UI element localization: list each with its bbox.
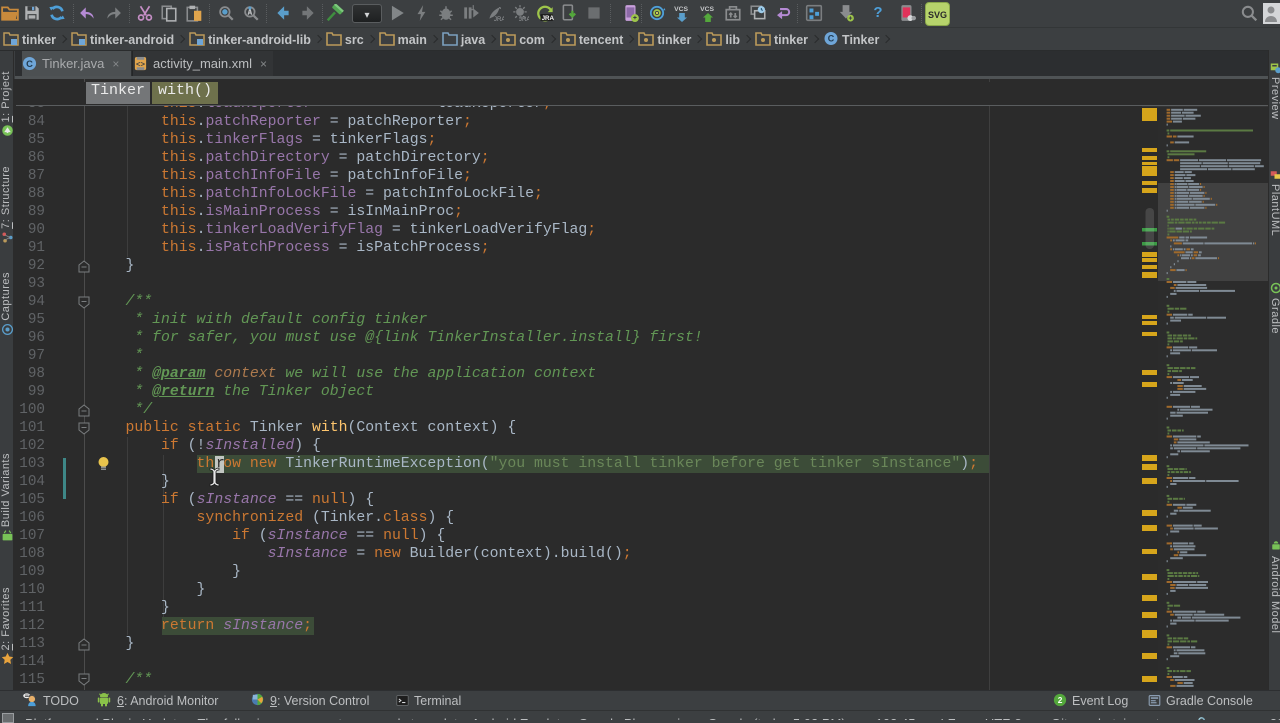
svg-text:VCS: VCS [674,6,688,13]
svg-text:VCS: VCS [700,6,714,13]
svg-text:JRA: JRA [494,16,504,22]
svg-text:2: 2 [1058,695,1063,705]
svg-text:C: C [828,34,835,44]
svg-text:C: C [26,59,33,69]
svg-text:<>: <> [136,61,146,69]
svg-text:JRA: JRA [519,16,529,22]
svg-text:JRA: JRA [542,15,554,22]
